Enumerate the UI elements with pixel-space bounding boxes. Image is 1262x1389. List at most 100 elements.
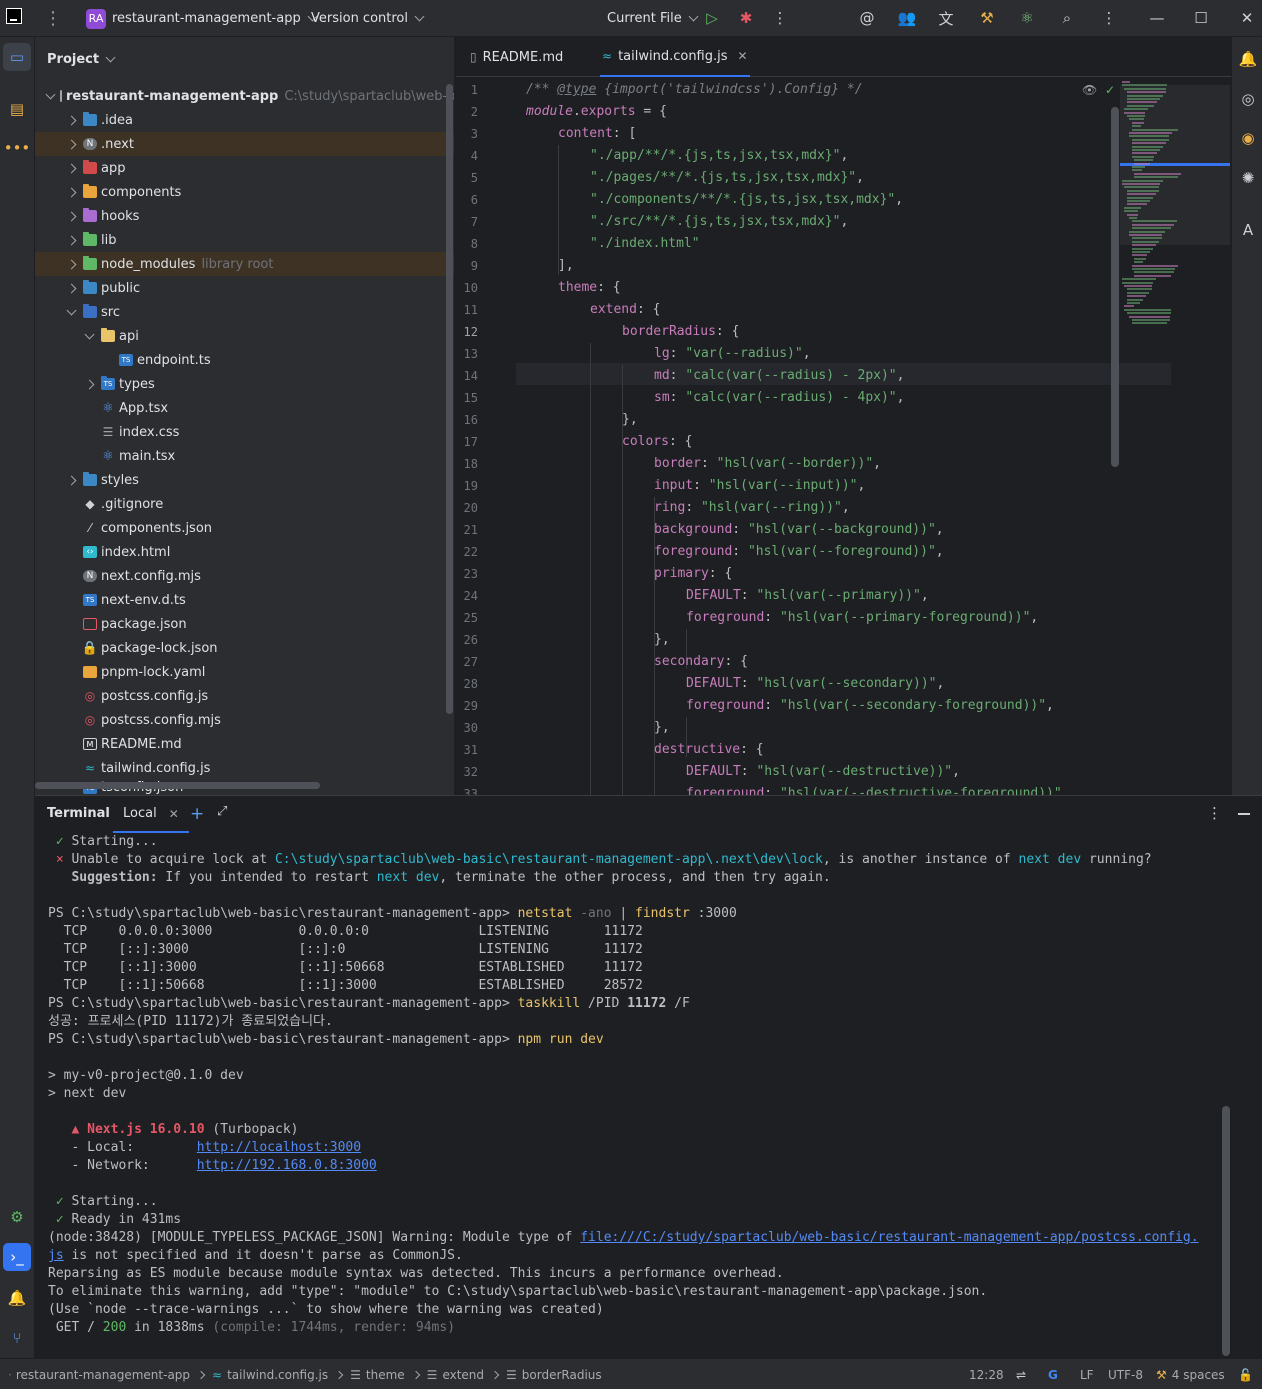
file-encoding[interactable]: UTF-8 bbox=[1108, 1359, 1143, 1389]
problems-tool-icon[interactable]: 🔔 bbox=[3, 1284, 31, 1312]
tree-item[interactable]: package.json bbox=[35, 612, 454, 636]
notifications-icon[interactable]: 🔔 bbox=[1237, 48, 1259, 70]
run-configuration-selector[interactable]: Current File bbox=[607, 0, 699, 37]
tree-item[interactable]: TS next-env.d.ts bbox=[35, 588, 454, 612]
breadcrumb-item[interactable]: extend bbox=[442, 1368, 484, 1382]
expand-arrow-icon[interactable] bbox=[65, 186, 77, 198]
code-area[interactable]: /** @type {import('tailwindcss').Config}… bbox=[516, 79, 1171, 795]
settings-icon[interactable]: ⋮ bbox=[1099, 8, 1119, 28]
translate-icon[interactable]: 文 bbox=[936, 8, 956, 28]
tree-item[interactable]: .idea bbox=[35, 108, 454, 132]
tree-item[interactable]: ⁄ components.json bbox=[35, 516, 454, 540]
minimize-window-icon[interactable]: — bbox=[1147, 8, 1167, 28]
localhost-link[interactable]: http://localhost:3000 bbox=[197, 1140, 361, 1155]
tree-item[interactable]: api bbox=[35, 324, 454, 348]
terminal-tool-icon[interactable]: ›_ bbox=[3, 1243, 31, 1271]
terminal-output[interactable]: ✓ Starting... × Unable to acquire lock a… bbox=[48, 833, 1238, 1353]
breadcrumb-item[interactable]: restaurant-management-app bbox=[16, 1368, 190, 1382]
collapse-arrow-icon[interactable] bbox=[83, 330, 95, 342]
git-tool-icon[interactable]: ⑂ bbox=[3, 1324, 31, 1352]
tree-item[interactable]: ◆ .gitignore bbox=[35, 492, 454, 516]
expand-arrow-icon[interactable] bbox=[65, 258, 77, 270]
project-panel-header[interactable]: Project bbox=[35, 37, 454, 82]
collapse-arrow-icon[interactable] bbox=[65, 306, 77, 318]
caret-position[interactable]: 12:28 bbox=[969, 1359, 1004, 1389]
expand-arrow-icon[interactable] bbox=[65, 138, 77, 150]
expand-arrow-icon[interactable] bbox=[65, 474, 77, 486]
project-vertical-scrollbar[interactable] bbox=[446, 84, 453, 714]
close-tab-icon[interactable]: ✕ bbox=[738, 49, 748, 63]
tree-item[interactable]: 🔒 package-lock.json bbox=[35, 636, 454, 660]
expand-arrow-icon[interactable] bbox=[65, 282, 77, 294]
react-plugin-icon[interactable]: ⚛ bbox=[1017, 8, 1037, 28]
tree-item[interactable]: TS endpoint.ts bbox=[35, 348, 454, 372]
tree-root[interactable]: restaurant-management-app C:\study\spart… bbox=[35, 84, 454, 108]
search-icon[interactable]: ⌕ bbox=[1057, 8, 1077, 28]
postcss-config-link[interactable]: js bbox=[48, 1248, 64, 1263]
postcss-config-link[interactable]: file:///C:/study/spartaclub/web-basic/re… bbox=[580, 1230, 1198, 1245]
main-menu-button[interactable]: ⋮ bbox=[44, 0, 62, 37]
project-horizontal-scrollbar[interactable] bbox=[35, 782, 320, 789]
sync-icon[interactable]: ⇌ bbox=[1016, 1359, 1026, 1389]
tree-item[interactable]: N .next bbox=[35, 132, 454, 156]
tree-item[interactable]: components bbox=[35, 180, 454, 204]
ai-assistant-icon[interactable]: @ bbox=[857, 8, 877, 28]
tree-item[interactable]: node_modules library root bbox=[35, 252, 454, 276]
reader-mode-icon[interactable]: 👁 bbox=[1082, 83, 1097, 97]
tree-item[interactable]: ≈ tailwind.config.js bbox=[35, 756, 454, 780]
more-actions-icon[interactable]: ⋮ bbox=[770, 8, 790, 28]
minimap[interactable] bbox=[1120, 77, 1230, 337]
project-switcher[interactable]: RA restaurant-management-app bbox=[86, 0, 318, 37]
project-tool-icon[interactable]: ▭ bbox=[3, 43, 31, 71]
tree-item[interactable]: src bbox=[35, 300, 454, 324]
terminal-tab-local[interactable]: Local ✕ bbox=[113, 796, 189, 833]
close-window-icon[interactable]: ✕ bbox=[1237, 8, 1257, 28]
line-separator[interactable]: LF bbox=[1080, 1359, 1094, 1389]
copilot-icon[interactable]: ✺ bbox=[1237, 167, 1259, 189]
terminal-scrollbar[interactable] bbox=[1222, 1106, 1230, 1356]
breadcrumb-item[interactable]: borderRadius bbox=[522, 1368, 602, 1382]
collapse-arrow-icon[interactable] bbox=[47, 90, 54, 102]
ai-chat-icon[interactable]: ◎ bbox=[1237, 88, 1259, 110]
services-tool-icon[interactable]: ⚙ bbox=[3, 1203, 31, 1231]
expand-icon[interactable]: ⤢ bbox=[217, 804, 227, 819]
tree-item[interactable]: N next.config.mjs bbox=[35, 564, 454, 588]
tree-item[interactable]: ⚛ main.tsx bbox=[35, 444, 454, 468]
tree-item[interactable]: ⚛ App.tsx bbox=[35, 396, 454, 420]
ide-logo-icon[interactable] bbox=[6, 8, 22, 24]
code-with-me-icon[interactable]: 👥 bbox=[897, 8, 917, 28]
tree-item[interactable]: ‹› index.html bbox=[35, 540, 454, 564]
tree-item[interactable]: styles bbox=[35, 468, 454, 492]
more-tools-icon[interactable]: ••• bbox=[3, 134, 31, 162]
tree-item[interactable]: pnpm-lock.yaml bbox=[35, 660, 454, 684]
indent-setting[interactable]: ⚒ 4 spaces bbox=[1156, 1359, 1225, 1389]
lock-icon[interactable]: 🔓 bbox=[1238, 1359, 1253, 1389]
hide-panel-icon[interactable] bbox=[1238, 813, 1250, 815]
tree-item[interactable]: ◎ postcss.config.mjs bbox=[35, 708, 454, 732]
google-icon[interactable]: G bbox=[1048, 1359, 1058, 1389]
expand-arrow-icon[interactable] bbox=[65, 162, 77, 174]
maximize-window-icon[interactable]: ☐ bbox=[1191, 8, 1211, 28]
tree-item[interactable]: ◎ postcss.config.js bbox=[35, 684, 454, 708]
editor-scrollbar[interactable] bbox=[1111, 107, 1119, 467]
more-options-icon[interactable]: ⋮ bbox=[1207, 804, 1222, 822]
tree-item[interactable]: public bbox=[35, 276, 454, 300]
debug-icon[interactable]: ✱ bbox=[736, 8, 756, 28]
structure-tool-icon[interactable]: ▤ bbox=[3, 95, 31, 123]
expand-arrow-icon[interactable] bbox=[83, 378, 95, 390]
breadcrumb-item[interactable]: tailwind.config.js bbox=[227, 1368, 328, 1382]
tab-tailwind-config[interactable]: ≈ tailwind.config.js ✕ bbox=[600, 37, 750, 77]
close-tab-icon[interactable]: ✕ bbox=[169, 807, 179, 821]
tree-item[interactable]: ☰ index.css bbox=[35, 420, 454, 444]
font-tool-icon[interactable]: A bbox=[1237, 219, 1259, 241]
tree-item[interactable]: lib bbox=[35, 228, 454, 252]
version-control-menu[interactable]: Version control bbox=[311, 0, 425, 37]
tree-item[interactable]: M README.md bbox=[35, 732, 454, 756]
expand-arrow-icon[interactable] bbox=[65, 114, 77, 126]
expand-arrow-icon[interactable] bbox=[65, 234, 77, 246]
database-icon[interactable]: ◉ bbox=[1237, 127, 1259, 149]
run-icon[interactable]: ▷ bbox=[702, 8, 722, 28]
tree-item[interactable]: TS types bbox=[35, 372, 454, 396]
tree-item[interactable]: app bbox=[35, 156, 454, 180]
expand-arrow-icon[interactable] bbox=[65, 210, 77, 222]
